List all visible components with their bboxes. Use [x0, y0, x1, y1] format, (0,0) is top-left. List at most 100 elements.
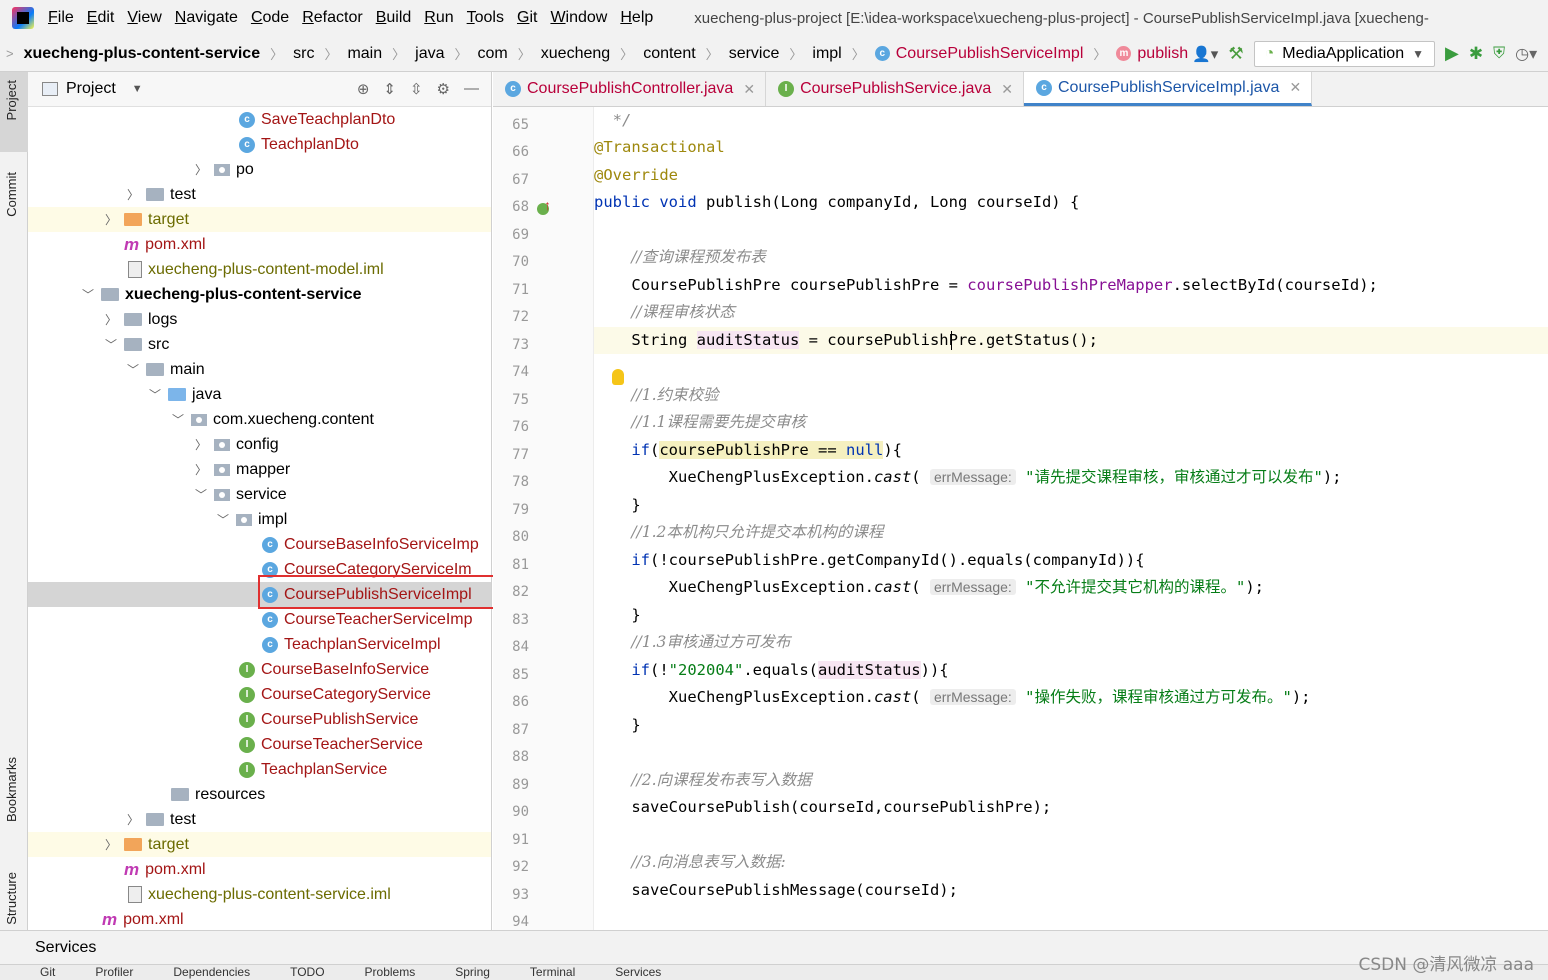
chevron-right-icon[interactable]: 〉 — [194, 461, 208, 478]
close-icon[interactable]: ✕ — [743, 81, 755, 98]
tree-item[interactable]: I TeachplanService — [28, 757, 491, 782]
chevron-right-icon[interactable]: 〉 — [126, 186, 140, 203]
tree-item-selected[interactable]: c CoursePublishServiceImpl — [28, 582, 491, 607]
tree-item[interactable]: c TeachplanServiceImpl — [28, 632, 491, 657]
menu-build[interactable]: Build — [376, 9, 412, 27]
breadcrumb-main[interactable]: main — [343, 45, 386, 63]
menu-refactor[interactable]: Refactor — [302, 9, 362, 27]
tree-item[interactable]: I CourseCategoryService — [28, 682, 491, 707]
minimize-icon[interactable]: — — [464, 80, 479, 98]
tree-item[interactable]: ﹀ impl — [28, 507, 491, 532]
services-tool-window-header[interactable]: Services — [0, 930, 1548, 964]
tree-item[interactable]: ﹀ src — [28, 332, 491, 357]
tree-item[interactable]: 〉 config — [28, 432, 491, 457]
breadcrumb-java[interactable]: java — [411, 45, 448, 63]
tree-item[interactable]: 〉 po — [28, 157, 491, 182]
tool-tab-terminal[interactable]: Terminal — [530, 965, 575, 979]
expand-all-icon[interactable]: ⇕ — [383, 80, 396, 98]
tree-item[interactable]: 〉 test — [28, 182, 491, 207]
collapse-all-icon[interactable]: ⇳ — [410, 80, 423, 98]
chevron-right-icon[interactable]: 〉 — [194, 436, 208, 453]
tree-item[interactable]: 〉 target — [28, 207, 491, 232]
tree-item[interactable]: 〉 target — [28, 832, 491, 857]
tool-tab-bookmarks[interactable]: Bookmarks — [4, 757, 19, 822]
locate-icon[interactable]: ⊕ — [357, 80, 370, 98]
tool-tab-spring[interactable]: Spring — [455, 965, 490, 979]
tool-tab-git[interactable]: Git — [40, 965, 55, 979]
tree-item[interactable]: m pom.xml — [28, 232, 491, 257]
tool-tab-services[interactable]: Services — [615, 965, 661, 979]
chevron-down-icon[interactable]: ▼ — [132, 83, 143, 95]
breadcrumb-method[interactable]: m publish — [1112, 45, 1192, 63]
tree-item[interactable]: xuecheng-plus-content-service.iml — [28, 882, 491, 907]
chevron-right-icon[interactable]: 〉 — [194, 161, 208, 178]
tool-tab-commit[interactable]: Commit — [4, 172, 19, 217]
tree-item[interactable]: resources — [28, 782, 491, 807]
breadcrumb-class[interactable]: c CoursePublishServiceImpl — [871, 45, 1088, 63]
tree-item[interactable]: c SaveTeachplanDto — [28, 107, 491, 132]
chevron-down-icon[interactable]: ﹀ — [104, 336, 118, 353]
chevron-right-icon[interactable]: 〉 — [126, 811, 140, 828]
menu-view[interactable]: View — [127, 9, 161, 27]
menu-git[interactable]: Git — [517, 9, 537, 27]
gear-icon[interactable]: ⚙ — [437, 80, 450, 98]
chevron-down-icon[interactable]: ﹀ — [216, 511, 230, 528]
tree-item[interactable]: c CourseCategoryServiceIm — [28, 557, 491, 582]
close-icon[interactable]: ✕ — [1289, 79, 1301, 96]
breadcrumb-module[interactable]: xuecheng-plus-content-service — [20, 45, 265, 63]
close-icon[interactable]: ✕ — [1001, 81, 1013, 98]
tree-item[interactable]: ﹀ main — [28, 357, 491, 382]
chevron-down-icon[interactable]: ﹀ — [148, 386, 162, 403]
chevron-down-icon[interactable]: ﹀ — [194, 486, 208, 503]
coverage-icon[interactable]: ⛨ — [1493, 45, 1505, 63]
chevron-right-icon[interactable]: 〉 — [104, 836, 118, 853]
menu-code[interactable]: Code — [251, 9, 289, 27]
tree-item[interactable]: I CourseTeacherService — [28, 732, 491, 757]
tree-item[interactable]: m pom.xml — [28, 857, 491, 882]
tree-item[interactable]: m pom.xml — [28, 907, 491, 930]
build-hammer-icon[interactable]: ⚒ — [1228, 44, 1243, 64]
menu-help[interactable]: Help — [620, 9, 653, 27]
breadcrumb-com[interactable]: com — [474, 45, 512, 63]
tool-tab-todo[interactable]: TODO — [290, 965, 324, 979]
tab-course-publish-service-impl[interactable]: c CoursePublishServiceImpl.java ✕ — [1024, 72, 1313, 106]
breadcrumb-content[interactable]: content — [639, 45, 699, 63]
tree-item[interactable]: I CoursePublishService — [28, 707, 491, 732]
tree-item[interactable]: xuecheng-plus-content-model.iml — [28, 257, 491, 282]
breadcrumb-service[interactable]: service — [725, 45, 784, 63]
menu-window[interactable]: Window — [550, 9, 607, 27]
tree-item[interactable]: c CourseTeacherServiceImp — [28, 607, 491, 632]
chevron-down-icon[interactable]: ﹀ — [126, 361, 140, 378]
menu-edit[interactable]: Edit — [87, 9, 115, 27]
tree-item[interactable]: 〉 logs — [28, 307, 491, 332]
tab-course-publish-controller[interactable]: c CoursePublishController.java ✕ — [493, 72, 767, 106]
menu-file[interactable]: File — [48, 9, 74, 27]
code-area[interactable]: */ @Transactional @Override public void … — [594, 107, 1548, 930]
tool-tab-dependencies[interactable]: Dependencies — [173, 965, 250, 979]
tree-item[interactable]: ﹀ service — [28, 482, 491, 507]
tree-item[interactable]: I CourseBaseInfoService — [28, 657, 491, 682]
breadcrumb-impl[interactable]: impl — [808, 45, 845, 63]
tree-item[interactable]: ﹀ xuecheng-plus-content-service — [28, 282, 491, 307]
menu-run[interactable]: Run — [424, 9, 453, 27]
chevron-right-icon[interactable]: 〉 — [104, 311, 118, 328]
breadcrumb-src[interactable]: src — [289, 45, 318, 63]
tree-item[interactable]: c CourseBaseInfoServiceImp — [28, 532, 491, 557]
breadcrumb-xuecheng[interactable]: xuecheng — [537, 45, 614, 63]
profile-icon[interactable]: ◷▾ — [1515, 44, 1537, 64]
menu-tools[interactable]: Tools — [467, 9, 504, 27]
tool-tab-project[interactable]: Project — [4, 80, 19, 120]
tree-item[interactable]: c TeachplanDto — [28, 132, 491, 157]
tab-course-publish-service[interactable]: I CoursePublishService.java ✕ — [766, 72, 1024, 106]
tool-tab-profiler[interactable]: Profiler — [95, 965, 133, 979]
tree-item[interactable]: ﹀ java — [28, 382, 491, 407]
run-configuration-select[interactable]: ◔ MediaApplication ▼ — [1253, 40, 1435, 67]
chevron-right-icon[interactable]: 〉 — [104, 211, 118, 228]
project-panel-title[interactable]: Project — [66, 80, 116, 98]
chevron-down-icon[interactable]: ﹀ — [81, 286, 95, 303]
debug-icon[interactable]: ✱ — [1469, 44, 1483, 64]
tool-tab-problems[interactable]: Problems — [365, 965, 416, 979]
tree-item[interactable]: 〉 mapper — [28, 457, 491, 482]
run-icon[interactable]: ▶ — [1445, 43, 1459, 64]
user-icon[interactable]: 👤▾ — [1192, 45, 1218, 63]
